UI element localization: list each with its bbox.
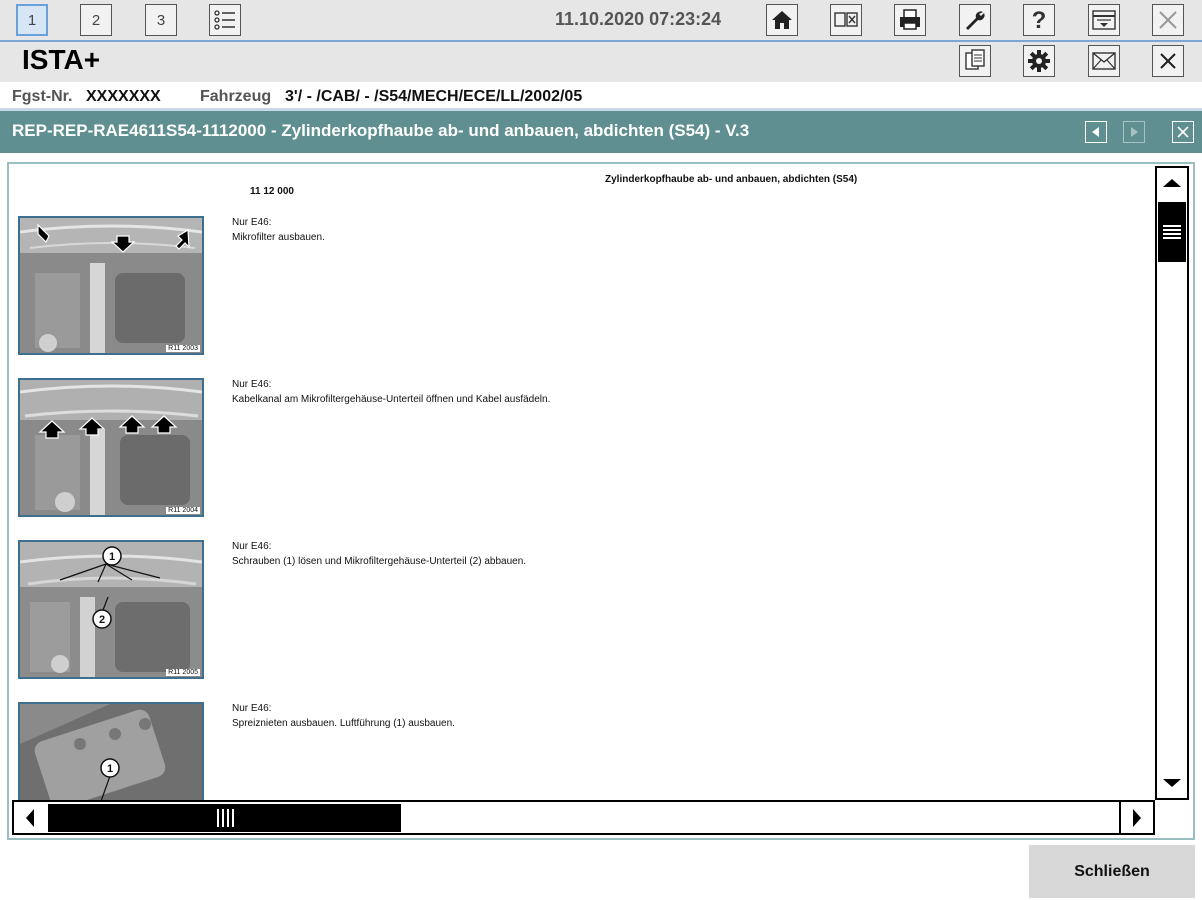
service-button[interactable] (959, 4, 991, 36)
step-2-condition: Nur E46: (232, 379, 272, 390)
minimize-icon (1092, 10, 1116, 30)
print-icon (900, 9, 920, 30)
svg-text:?: ? (1032, 7, 1047, 33)
settings-button[interactable] (1023, 45, 1055, 77)
step-3-image[interactable]: 1 2 R11 2005 (18, 540, 204, 679)
document-code: 11 12 000 (250, 186, 294, 197)
grip-icon (1163, 225, 1181, 239)
scroll-up-button[interactable] (1157, 168, 1187, 198)
close-icon (1160, 53, 1176, 69)
step-1-condition: Nur E46: (232, 217, 272, 228)
step-3-text: Nur E46: Schrauben (1) lösen und Mikrofi… (232, 539, 526, 569)
triangle-up-icon (1163, 179, 1181, 187)
close-document-button[interactable] (1172, 121, 1194, 143)
document-title: REP-REP-RAE4611S54-1112000 - Zylinderkop… (12, 121, 750, 140)
app-title: ISTA+ (22, 44, 101, 75)
svg-text:1: 1 (109, 551, 115, 563)
gear-icon (1028, 50, 1050, 72)
minimize-button[interactable] (1088, 4, 1120, 36)
tab-2-button[interactable]: 2 (80, 4, 112, 36)
help-icon: ? (1032, 7, 1047, 33)
app-bar (0, 42, 1202, 82)
triangle-left-icon (1092, 127, 1099, 137)
measurement-icon (834, 12, 858, 27)
mail-icon (1092, 52, 1116, 70)
step-4-text: Nur E46: Spreiznieten ausbauen. Luftführ… (232, 701, 455, 731)
vertical-scrollbar[interactable] (1155, 166, 1189, 800)
fahrzeug-label: Fahrzeug (200, 88, 272, 105)
list-icon (214, 10, 235, 30)
next-document-button[interactable] (1123, 121, 1145, 143)
step-2-instruction: Kabelkanal am Mikrofiltergehäuse-Unterte… (232, 394, 551, 405)
grip-icon (216, 809, 234, 827)
step-2-text: Nur E46: Kabelkanal am Mikrofiltergehäus… (232, 377, 550, 407)
image-code: R11 2004 (166, 507, 200, 514)
step-1-image[interactable]: R11 2003 (18, 216, 204, 355)
help-button[interactable]: ? (1023, 4, 1055, 36)
svg-text:2: 2 (99, 614, 105, 626)
svg-text:1: 1 (107, 763, 113, 775)
step-3-condition: Nur E46: (232, 541, 272, 552)
previous-document-button[interactable] (1085, 121, 1107, 143)
close-session-button[interactable] (1152, 45, 1184, 77)
step-4-instruction: Spreiznieten ausbauen. Luftführung (1) a… (232, 718, 455, 729)
image-code: R11 2003 (166, 345, 200, 352)
close-icon (1177, 126, 1189, 138)
fgst-value: XXXXXXX (86, 88, 161, 105)
close-button[interactable]: Schließen (1029, 845, 1195, 898)
vehicle-info-bar (0, 82, 1202, 108)
step-1-instruction: Mikrofilter ausbauen. (232, 232, 325, 243)
list-menu-button[interactable] (209, 4, 241, 36)
home-icon (772, 11, 792, 29)
engine-photo: 1 2 (20, 542, 202, 677)
step-3-instruction: Schrauben (1) lösen und Mikrofiltergehäu… (232, 556, 527, 567)
tab-1-button[interactable]: 1 (16, 4, 48, 36)
vertical-scroll-thumb[interactable] (1158, 202, 1186, 262)
datetime: 11.10.2020 07:23:24 (555, 9, 722, 29)
close-icon (1159, 11, 1177, 29)
step-1-text: Nur E46: Mikrofilter ausbauen. (232, 215, 325, 245)
measurement-button[interactable] (830, 4, 862, 36)
scroll-left-button[interactable] (14, 802, 46, 833)
engine-photo (20, 218, 202, 353)
tab-3-button[interactable]: 3 (145, 4, 177, 36)
step-4-image[interactable]: 1 (18, 702, 204, 800)
fahrzeug-value: 3'/ - /CAB/ - /S54/MECH/ECE/LL/2002/05 (285, 88, 583, 105)
home-button[interactable] (766, 4, 798, 36)
documents-icon (965, 49, 985, 70)
exit-app-button[interactable] (1152, 4, 1184, 36)
wrench-icon (966, 11, 985, 30)
image-code: R11 2005 (166, 669, 200, 676)
document-content: Zylinderkopfhaube ab- und anbauen, abdic… (10, 165, 1155, 800)
scroll-down-button[interactable] (1157, 768, 1187, 798)
triangle-right-icon (1133, 808, 1141, 827)
horizontal-scrollbar[interactable] (12, 800, 1155, 835)
documents-button[interactable] (959, 45, 991, 77)
triangle-down-icon (1163, 779, 1181, 787)
horizontal-scroll-thumb[interactable] (48, 804, 401, 832)
engine-photo (20, 380, 202, 515)
scroll-right-button[interactable] (1119, 802, 1153, 833)
triangle-left-icon (26, 808, 34, 827)
engine-photo: 1 (20, 704, 202, 800)
fgst-label: Fgst-Nr. (12, 88, 73, 105)
print-button[interactable] (894, 4, 926, 36)
step-2-image[interactable]: R11 2004 (18, 378, 204, 517)
document-heading: Zylinderkopfhaube ab- und anbauen, abdic… (605, 174, 858, 185)
triangle-right-icon (1131, 127, 1138, 137)
step-4-condition: Nur E46: (232, 703, 272, 714)
mail-button[interactable] (1088, 45, 1120, 77)
